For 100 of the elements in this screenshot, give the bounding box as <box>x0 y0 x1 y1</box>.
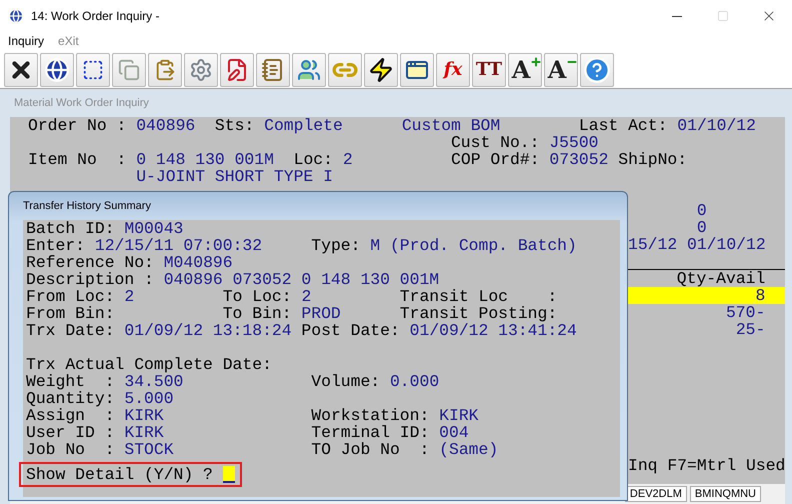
field-label: Volume: <box>311 373 380 390</box>
globe-icon <box>44 57 70 83</box>
field-value: 004 <box>439 424 469 441</box>
field-label: COP Ord#: <box>451 151 540 168</box>
menu-item[interactable]: Inquiry <box>8 34 44 48</box>
answer-field[interactable] <box>222 466 235 483</box>
field-label: Trx Actual Complete Date: <box>26 356 272 373</box>
field-label: Reference No: <box>26 254 154 271</box>
field-label: To Bin: <box>222 305 292 322</box>
field-label: From Bin: <box>26 305 115 322</box>
toolbar-button[interactable] <box>40 53 74 87</box>
dialog-title: Transfer History Summary <box>23 199 152 214</box>
field-value: U-JOINT SHORT TYPE I <box>136 168 333 185</box>
field-value: STOCK <box>124 441 174 458</box>
toolbar-button[interactable]: A <box>508 53 542 87</box>
field-value: 2 <box>124 288 134 305</box>
field-value: 073052 <box>549 151 608 168</box>
toolbar-button[interactable]: A <box>544 53 578 87</box>
field-value: 5.000 <box>124 390 174 407</box>
field-label: Batch ID: <box>26 220 115 237</box>
field-label: Assign : <box>26 407 115 424</box>
field-label: Loc: <box>294 151 333 168</box>
toolbar-button[interactable] <box>364 53 398 87</box>
field-value: 12/15/11 07:00:32 <box>94 237 262 254</box>
field-label: Order No : <box>28 117 126 134</box>
field-value: 040896 <box>136 117 196 134</box>
field-value: 0.000 <box>390 373 440 390</box>
field-label: Cust No.: <box>450 134 540 151</box>
field-label: From Loc: <box>26 288 115 305</box>
font-glyph: fx <box>444 61 462 79</box>
field-label: Quantity: <box>26 390 115 407</box>
font-glyph: TT <box>476 61 502 79</box>
field-value: M00043 <box>124 220 184 237</box>
window-title: Material Work Order Inquiry <box>13 96 150 111</box>
globe-icon <box>8 8 24 24</box>
window-title: 14: Work Order Inquiry - <box>31 9 160 23</box>
field-value: 01/10/12 <box>677 117 756 134</box>
copy-icon <box>118 59 140 81</box>
field-label: User ID : <box>26 424 115 441</box>
field-label: Item No : <box>28 151 126 168</box>
field-label: TO Job No : <box>311 441 430 458</box>
toolbar-button[interactable]: fx <box>436 53 470 87</box>
field-value: 0 148 130 001M <box>136 151 274 168</box>
field-label: Weight : <box>26 373 115 390</box>
qty-cell[interactable]: 8 <box>628 287 785 304</box>
field-label: Post Date: <box>301 322 400 339</box>
toolbar-button[interactable] <box>400 53 434 87</box>
field-value: 2 <box>301 288 312 305</box>
field-label: Job No : <box>26 441 115 458</box>
field-label: To Loc: <box>222 288 292 305</box>
field-value: Custom BOM <box>402 117 500 134</box>
field-value: Complete <box>264 117 343 134</box>
paste-icon <box>154 59 176 81</box>
toolbar-button[interactable] <box>4 53 38 87</box>
count-value: 0 <box>696 219 707 236</box>
field-label: Last Act: <box>578 117 668 134</box>
users-icon <box>297 58 321 82</box>
field-value: 2 <box>342 151 353 168</box>
field-value: 34.500 <box>124 373 184 390</box>
prompt-text: Show Detail (Y/N) ? <box>26 466 213 483</box>
field-value: KIRK <box>124 424 164 441</box>
field-label: Transit Posting: <box>400 305 558 322</box>
date-value: 15/12 01/10/12 <box>628 236 766 253</box>
count-value: 0 <box>696 202 707 219</box>
field-label: Terminal ID: <box>311 424 430 441</box>
plus-icon <box>530 56 542 68</box>
field-label: Type: <box>311 237 360 254</box>
column-header: Qty-Avail <box>676 270 766 287</box>
toolbar-button[interactable] <box>76 53 110 87</box>
toolbar-button[interactable]: TT <box>472 53 506 87</box>
field-label: ShipNo: <box>618 151 688 168</box>
key-hint: Inq F7=Mtrl Used <box>628 457 786 474</box>
help-icon <box>583 56 611 84</box>
field-label: Enter: <box>26 237 86 254</box>
field-value: M040896 <box>164 254 233 271</box>
status-cell: BMINQMNU <box>690 486 761 502</box>
field-value: J5500 <box>549 134 598 151</box>
field-value: PROD <box>301 305 341 322</box>
qty-cell[interactable]: 570- <box>628 304 785 321</box>
field-label: Trx Date: <box>26 322 115 339</box>
settings-icon <box>189 58 213 82</box>
maximize-icon <box>717 10 729 22</box>
field-value: 040896 073052 0 148 130 001M <box>164 271 440 288</box>
field-value: 01/09/12 13:41:24 <box>410 322 577 339</box>
field-label: Workstation: <box>311 407 430 424</box>
notepad-icon <box>261 58 285 82</box>
field-label: Sts: <box>214 117 254 134</box>
field-value: 01/09/12 13:18:24 <box>124 322 292 339</box>
field-value: KIRK <box>124 407 164 424</box>
dashed-square-icon <box>82 59 104 81</box>
field-value: M (Prod. Comp. Batch) <box>370 237 577 254</box>
field-label: Transit Loc : <box>400 288 558 305</box>
status-cell: DEV2DLM <box>624 486 687 502</box>
font-glyph: A <box>512 58 530 82</box>
field-label: Description : <box>26 271 154 288</box>
field-value: KIRK <box>439 407 479 424</box>
qty-cell[interactable]: 25- <box>628 321 785 338</box>
lightning-icon <box>368 57 394 83</box>
field-value: (Same) <box>439 441 498 458</box>
font-glyph: A <box>548 58 566 82</box>
